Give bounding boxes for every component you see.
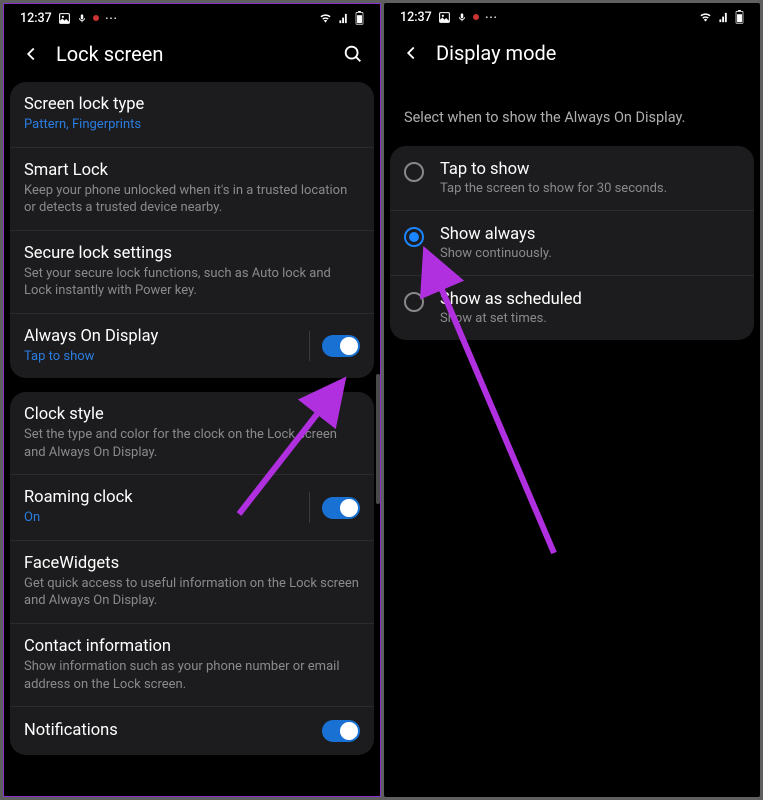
signal-icon — [717, 12, 731, 23]
item-notifications[interactable]: Notifications — [10, 706, 374, 755]
phone-lock-screen: 12:37 ⋯ Lock screen Screen lock type Pat… — [3, 3, 381, 797]
signal-icon — [337, 13, 351, 24]
item-subtitle: Keep your phone unlocked when it's in a … — [24, 182, 360, 217]
radio-icon[interactable] — [404, 292, 424, 312]
item-title: Smart Lock — [24, 161, 360, 180]
item-title: Secure lock settings — [24, 244, 360, 263]
item-screen-lock-type[interactable]: Screen lock type Pattern, Fingerprints — [10, 82, 374, 147]
item-title: Screen lock type — [24, 95, 360, 114]
status-more: ⋯ — [105, 10, 118, 26]
status-bar: 12:37 ⋯ — [4, 4, 380, 32]
phone-display-mode: 12:37 ⋯ Display mode Select when to show… — [384, 3, 760, 797]
battery-icon — [735, 10, 744, 24]
item-title: Notifications — [24, 721, 298, 740]
back-icon[interactable] — [400, 42, 422, 64]
mic-icon — [457, 11, 467, 24]
item-facewidgets[interactable]: FaceWidgets Get quick access to useful i… — [10, 540, 374, 623]
option-subtitle: Show continuously. — [440, 246, 740, 261]
notifications-toggle[interactable] — [322, 720, 360, 742]
status-time: 12:37 — [20, 11, 52, 26]
settings-group-2: Clock style Set the type and color for t… — [10, 392, 374, 755]
item-subtitle: Pattern, Fingerprints — [24, 116, 360, 134]
option-subtitle: Show at set times. — [440, 311, 740, 326]
item-subtitle: Show information such as your phone numb… — [24, 658, 360, 693]
item-clock-style[interactable]: Clock style Set the type and color for t… — [10, 392, 374, 474]
mic-icon — [77, 12, 87, 25]
status-time: 12:37 — [400, 10, 432, 25]
search-icon[interactable] — [342, 43, 364, 65]
image-icon — [438, 11, 451, 24]
item-subtitle: Tap to show — [24, 348, 297, 366]
roaming-clock-toggle[interactable] — [322, 497, 360, 519]
item-title: FaceWidgets — [24, 554, 360, 573]
item-smart-lock[interactable]: Smart Lock Keep your phone unlocked when… — [10, 147, 374, 230]
option-title: Show as scheduled — [440, 290, 740, 309]
display-mode-options: Tap to show Tap the screen to show for 3… — [390, 146, 754, 340]
radio-icon[interactable] — [404, 162, 424, 182]
page-title: Display mode — [436, 41, 744, 65]
radio-icon[interactable] — [404, 227, 424, 247]
section-description: Select when to show the Always On Displa… — [390, 81, 754, 146]
option-title: Show always — [440, 225, 740, 244]
item-subtitle: Set your secure lock functions, such as … — [24, 265, 360, 300]
option-tap-to-show[interactable]: Tap to show Tap the screen to show for 3… — [390, 146, 754, 210]
red-dot-icon — [93, 15, 99, 21]
red-dot-icon — [473, 14, 479, 20]
option-title: Tap to show — [440, 160, 740, 179]
option-show-always[interactable]: Show always Show continuously. — [390, 210, 754, 275]
image-icon — [58, 12, 71, 25]
item-title: Contact information — [24, 637, 360, 656]
scroll-indicator — [376, 374, 380, 504]
option-show-scheduled[interactable]: Show as scheduled Show at set times. — [390, 275, 754, 340]
wifi-icon — [318, 13, 333, 24]
display-mode-content: Select when to show the Always On Displa… — [384, 81, 760, 797]
battery-icon — [355, 11, 364, 25]
aod-toggle[interactable] — [322, 335, 360, 357]
item-title: Clock style — [24, 405, 360, 424]
back-icon[interactable] — [20, 43, 42, 65]
item-always-on-display[interactable]: Always On Display Tap to show — [10, 313, 374, 379]
item-subtitle: Get quick access to useful information o… — [24, 575, 360, 610]
page-title: Lock screen — [56, 42, 342, 66]
status-more: ⋯ — [485, 9, 498, 25]
item-subtitle: On — [24, 509, 297, 527]
option-subtitle: Tap the screen to show for 30 seconds. — [440, 181, 740, 196]
settings-list: Screen lock type Pattern, Fingerprints S… — [4, 82, 380, 796]
item-title: Always On Display — [24, 327, 297, 346]
header: Lock screen — [4, 32, 380, 82]
item-contact-info[interactable]: Contact information Show information suc… — [10, 623, 374, 706]
settings-group-1: Screen lock type Pattern, Fingerprints S… — [10, 82, 374, 378]
item-subtitle: Set the type and color for the clock on … — [24, 426, 360, 461]
header: Display mode — [384, 31, 760, 81]
item-title: Roaming clock — [24, 488, 297, 507]
status-bar: 12:37 ⋯ — [384, 3, 760, 31]
wifi-icon — [698, 12, 713, 23]
item-roaming-clock[interactable]: Roaming clock On — [10, 474, 374, 540]
item-secure-lock[interactable]: Secure lock settings Set your secure loc… — [10, 230, 374, 313]
